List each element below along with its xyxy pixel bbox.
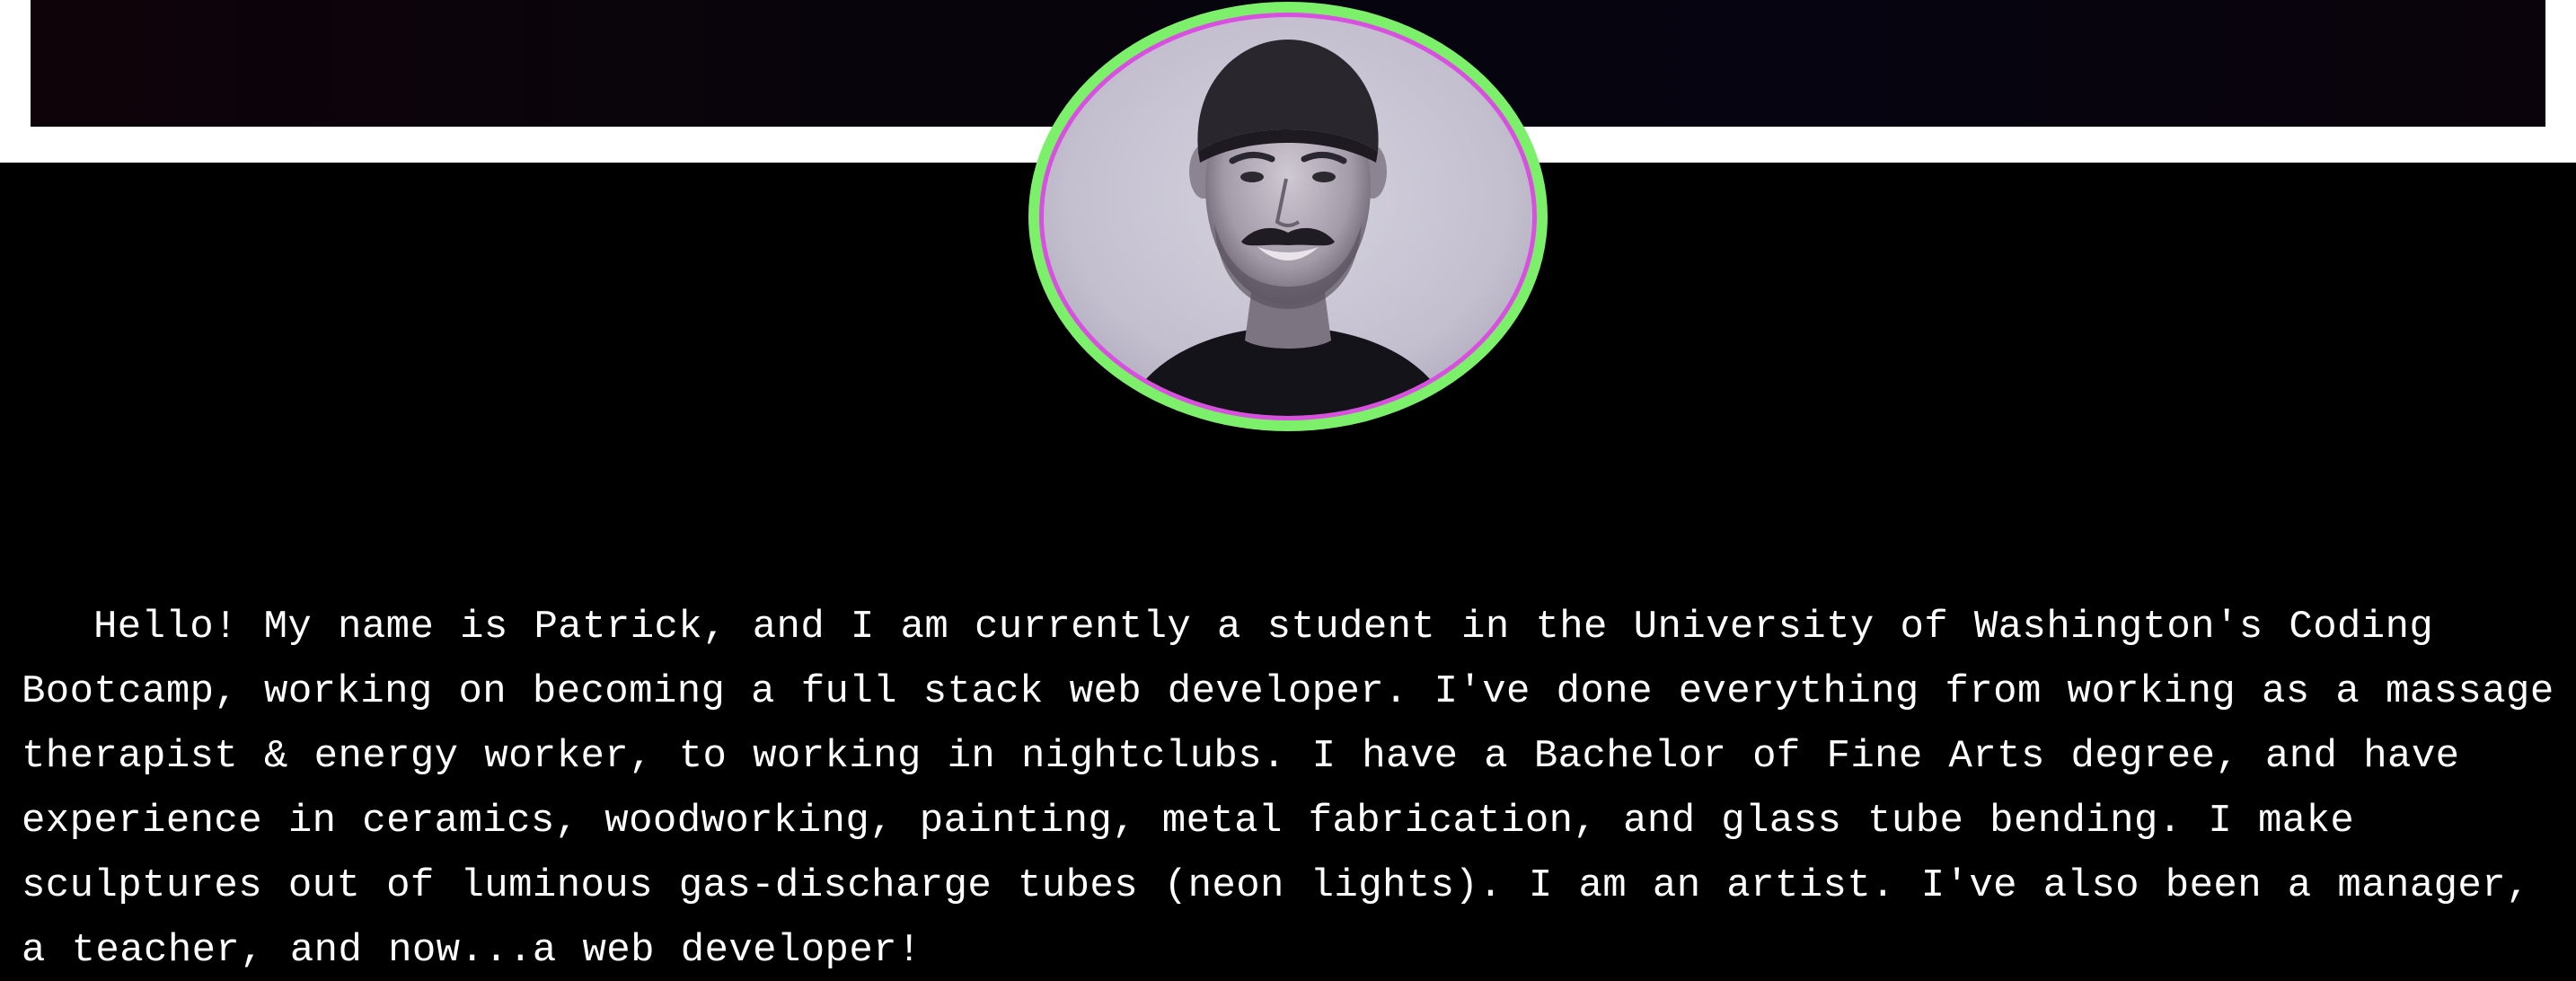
profile-avatar-ring: [1028, 2, 1548, 431]
profile-avatar: [1044, 17, 1532, 416]
about-page: Hello! My name is Patrick, and I am curr…: [0, 0, 2576, 981]
profile-avatar-inner-ring: [1039, 13, 1537, 420]
about-bio-paragraph: Hello! My name is Patrick, and I am curr…: [22, 605, 2554, 973]
